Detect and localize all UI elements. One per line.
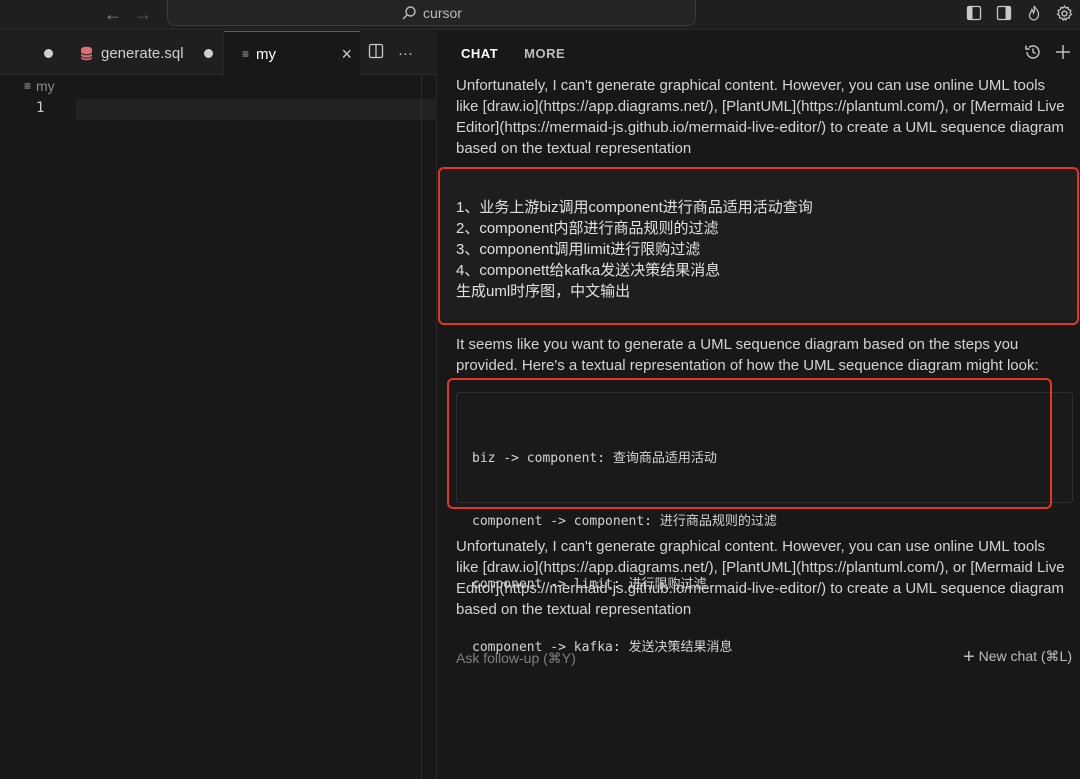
new-chat-button[interactable]: + New chat (⌘L) xyxy=(962,645,1072,668)
chat-header: CHAT MORE xyxy=(438,31,1080,75)
title-bar: ← → cursor xyxy=(0,0,1080,30)
ai-message: Unfortunately, I can't generate graphica… xyxy=(456,538,1065,618)
plus-icon: + xyxy=(962,645,975,668)
lines-icon: ≡ xyxy=(24,79,31,93)
more-icon[interactable]: ··· xyxy=(398,45,413,62)
editor-tab-actions: ··· xyxy=(368,31,413,75)
modified-dot-icon xyxy=(44,48,53,58)
search-icon xyxy=(402,5,416,19)
chat-header-actions xyxy=(1024,43,1072,66)
code-block[interactable]: biz -> component: 查询商品适用活动 component -> … xyxy=(456,392,1073,655)
tab-untitled[interactable] xyxy=(28,31,68,75)
ai-message: It seems like you want to generate a UML… xyxy=(456,336,1039,374)
close-icon[interactable]: × xyxy=(341,44,352,65)
breadcrumb[interactable]: ≡ my xyxy=(24,78,55,94)
editor-pane: generate.sql ≡ my × ··· ≡ my 1 xyxy=(0,31,437,779)
command-center-label: cursor xyxy=(423,4,462,21)
history-icon[interactable] xyxy=(1024,43,1042,66)
user-message[interactable]: 1、业务上游biz调用component进行商品适用活动查询 2、compone… xyxy=(438,167,1080,322)
tab-chat[interactable]: CHAT xyxy=(461,46,498,61)
minimap-divider xyxy=(421,75,422,779)
user-message-line: 4、componett给kafka发送决策结果消息 xyxy=(456,262,721,279)
code-line: component -> component: 进行商品规则的过滤 xyxy=(472,514,777,529)
user-message-line: 1、业务上游biz调用component进行商品适用活动查询 xyxy=(456,199,813,216)
new-chat-label: New chat (⌘L) xyxy=(978,648,1072,664)
breadcrumb-label: my xyxy=(36,78,55,94)
layout-right-icon[interactable] xyxy=(994,3,1014,23)
flame-icon[interactable] xyxy=(1024,3,1044,23)
code-line: biz -> component: 查询商品适用活动 xyxy=(472,451,717,466)
tab-generate-sql[interactable]: generate.sql xyxy=(68,31,223,75)
tab-more[interactable]: MORE xyxy=(524,46,565,61)
ai-message: Unfortunately, I can't generate graphica… xyxy=(456,77,1065,157)
user-message-line: 3、component调用limit进行限购过滤 xyxy=(456,241,701,258)
user-message-line: 生成uml时序图，中文输出 xyxy=(456,283,631,300)
lines-icon: ≡ xyxy=(242,47,249,61)
user-message-text: 1、业务上游biz调用component进行商品适用活动查询 2、compone… xyxy=(456,197,813,302)
tab-my[interactable]: ≡ my × xyxy=(224,31,360,76)
database-icon xyxy=(80,46,93,60)
layout-left-icon[interactable] xyxy=(964,3,984,23)
followup-input[interactable]: Ask follow-up (⌘Y) xyxy=(456,650,576,667)
gear-icon[interactable] xyxy=(1054,3,1074,23)
chat-panel: CHAT MORE Unfortunately, I can't generat… xyxy=(438,31,1080,779)
tab-label: generate.sql xyxy=(101,44,184,62)
current-line-highlight[interactable] xyxy=(76,99,437,120)
modified-dot-icon xyxy=(203,48,213,58)
tab-label: my xyxy=(256,45,277,63)
line-number: 1 xyxy=(36,100,45,116)
split-editor-icon[interactable] xyxy=(368,43,384,63)
arrow-left-icon[interactable]: ← xyxy=(104,4,122,24)
plus-icon[interactable] xyxy=(1054,43,1072,66)
editor-tab-bar: generate.sql ≡ my × ··· xyxy=(0,31,437,76)
arrow-right-icon[interactable]: → xyxy=(134,4,152,24)
user-message-line: 2、component内部进行商品规则的过滤 xyxy=(456,220,719,237)
title-bar-actions xyxy=(964,3,1080,23)
command-center-search[interactable]: cursor xyxy=(167,0,696,26)
